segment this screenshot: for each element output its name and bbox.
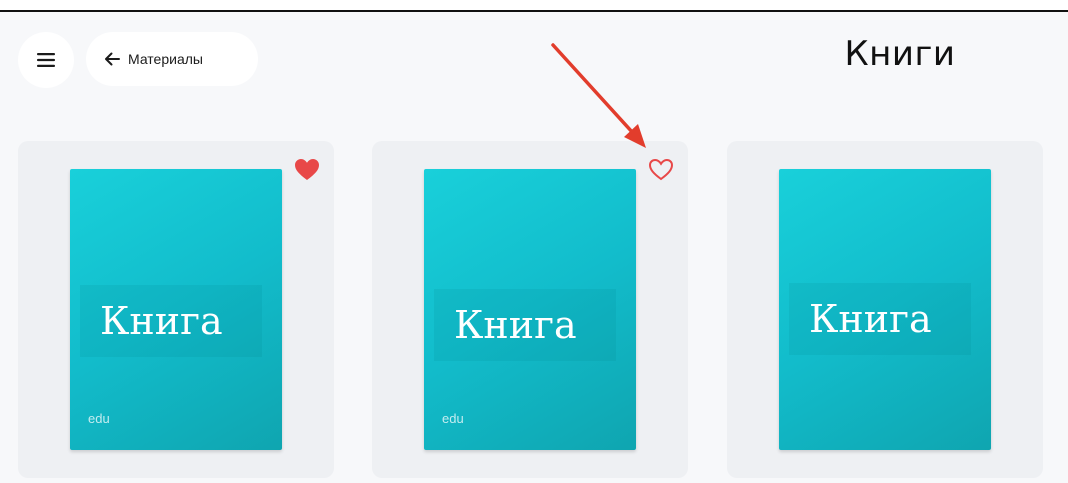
favorite-button[interactable] — [292, 155, 322, 183]
cover-title-band: Книга — [434, 289, 616, 361]
heart-filled-icon — [295, 158, 319, 180]
cover-title-band: Книга — [789, 283, 971, 355]
book-cover[interactable]: Книга — [779, 169, 991, 450]
page-title: Книги — [844, 34, 956, 74]
cover-title: Книга — [100, 299, 223, 343]
favorite-button[interactable] — [646, 155, 676, 183]
cover-title: Книга — [809, 297, 932, 341]
hamburger-icon — [37, 53, 55, 67]
book-card[interactable]: Книга edu — [18, 141, 334, 478]
arrow-left-icon — [105, 52, 120, 66]
book-card[interactable]: Книга edu — [372, 141, 688, 478]
back-button[interactable]: Материалы — [86, 32, 258, 86]
book-cover[interactable]: Книга edu — [70, 169, 282, 450]
heart-outline-icon — [648, 158, 674, 180]
cover-title-band: Книга — [80, 285, 262, 357]
book-card[interactable]: Книга — [727, 141, 1043, 478]
back-button-label: Материалы — [128, 51, 203, 67]
book-cover[interactable]: Книга edu — [424, 169, 636, 450]
cover-title: Книга — [454, 303, 577, 347]
menu-button[interactable] — [18, 32, 74, 88]
cover-footer: edu — [442, 411, 464, 426]
cover-footer: edu — [88, 411, 110, 426]
